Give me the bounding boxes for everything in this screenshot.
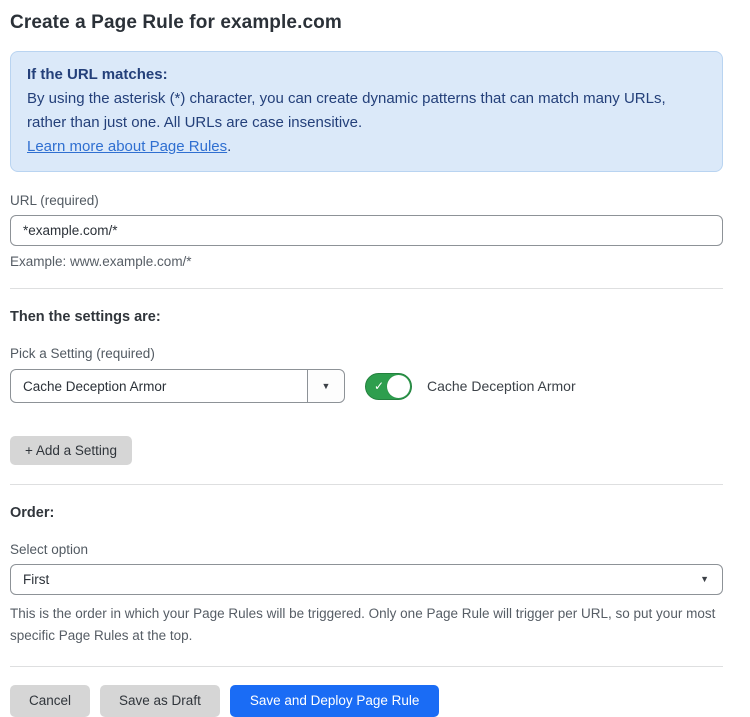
setting-select-value: Cache Deception Armor	[11, 379, 307, 394]
toggle-knob	[387, 375, 410, 398]
divider	[10, 288, 723, 289]
setting-select-arrow-button[interactable]: ▼	[307, 370, 344, 402]
page-title: Create a Page Rule for example.com	[10, 12, 723, 34]
divider	[10, 666, 723, 667]
save-as-draft-button[interactable]: Save as Draft	[100, 685, 220, 717]
chevron-down-icon: ▼	[322, 382, 331, 391]
url-match-info-box: If the URL matches: By using the asteris…	[10, 51, 723, 172]
order-section-heading: Order:	[10, 505, 723, 521]
url-field-label: URL (required)	[10, 193, 723, 208]
info-box-heading: If the URL matches:	[27, 63, 706, 87]
order-select[interactable]: First ▼	[10, 564, 723, 595]
cancel-button[interactable]: Cancel	[10, 685, 90, 717]
settings-section-heading: Then the settings are:	[10, 309, 723, 325]
order-select-label: Select option	[10, 542, 723, 557]
form-actions: Cancel Save as Draft Save and Deploy Pag…	[10, 685, 723, 717]
order-description: This is the order in which your Page Rul…	[10, 603, 723, 647]
add-setting-button[interactable]: + Add a Setting	[10, 436, 132, 465]
chevron-down-icon: ▼	[700, 575, 722, 584]
url-example-hint: Example: www.example.com/*	[10, 254, 723, 269]
setting-select[interactable]: Cache Deception Armor ▼	[10, 369, 345, 403]
link-suffix: .	[227, 138, 231, 155]
order-select-value: First	[11, 572, 700, 587]
setting-row: Cache Deception Armor ▼ ✓ Cache Deceptio…	[10, 369, 723, 403]
learn-more-link[interactable]: Learn more about Page Rules	[27, 138, 227, 155]
url-input[interactable]	[10, 215, 723, 246]
cache-deception-armor-toggle[interactable]: ✓	[365, 373, 412, 400]
info-box-body: By using the asterisk (*) character, you…	[27, 87, 706, 135]
check-icon: ✓	[374, 380, 384, 392]
divider	[10, 484, 723, 485]
page-rule-form: Create a Page Rule for example.com If th…	[10, 0, 723, 717]
save-and-deploy-button[interactable]: Save and Deploy Page Rule	[230, 685, 440, 717]
info-box-link-line: Learn more about Page Rules.	[27, 135, 706, 159]
toggle-label: Cache Deception Armor	[427, 378, 576, 394]
setting-picker-label: Pick a Setting (required)	[10, 346, 723, 361]
